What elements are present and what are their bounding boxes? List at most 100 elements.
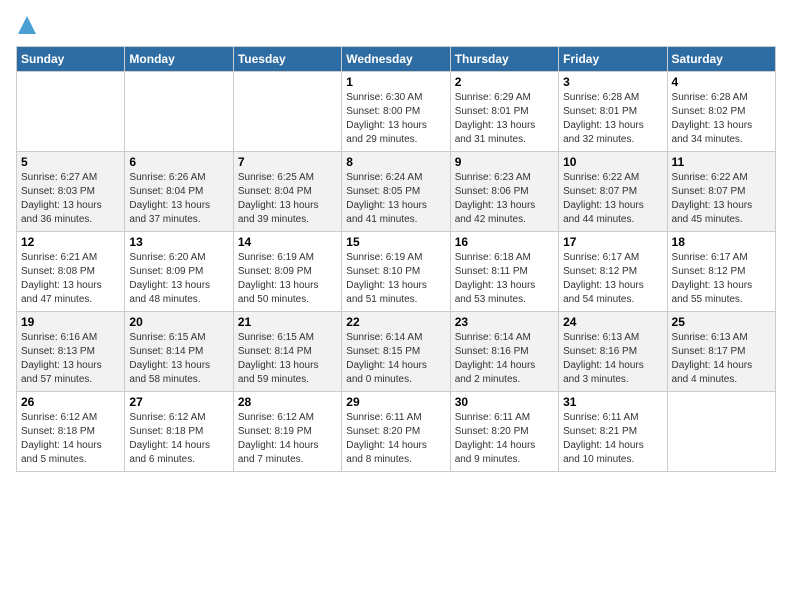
calendar-day-cell: 29 Sunrise: 6:11 AMSunset: 8:20 PMDayligh… [342,392,450,472]
calendar-day-cell: 16 Sunrise: 6:18 AMSunset: 8:11 PMDayligh… [450,232,558,312]
calendar-day-cell: 22Sunrise: 6:14 AMSunset: 8:15 PMDayligh… [342,312,450,392]
calendar-day-cell: 19Sunrise: 6:16 AMSunset: 8:13 PMDayligh… [17,312,125,392]
day-info: Sunrise: 6:16 AMSunset: 8:13 PMDaylight:… [21,331,120,387]
calendar-day-cell: 8 Sunrise: 6:24 AMSunset: 8:05 PMDaylight… [342,152,450,232]
day-number: 21 [238,315,337,329]
calendar-day-cell: 12 Sunrise: 6:21 AMSunset: 8:08 PMDayligh… [17,232,125,312]
calendar-day-cell: 24 Sunrise: 6:13 AMSunset: 8:16 PMDayligh… [559,312,667,392]
day-info: Sunrise: 6:23 AMSunset: 8:06 PMDaylight:… [455,171,554,227]
day-info: Sunrise: 6:13 AMSunset: 8:17 PMDaylight:… [672,331,771,387]
day-number: 5 [21,155,120,169]
day-info: Sunrise: 6:27 AMSunset: 8:03 PMDaylight:… [21,171,120,227]
day-number: 31 [563,395,662,409]
calendar-day-cell: 23 Sunrise: 6:14 AMSunset: 8:16 PMDayligh… [450,312,558,392]
day-number: 2 [455,75,554,89]
day-number: 9 [455,155,554,169]
day-number: 23 [455,315,554,329]
day-info: Sunrise: 6:14 AMSunset: 8:15 PMDaylight:… [346,331,445,387]
day-number: 29 [346,395,445,409]
day-info: Sunrise: 6:17 AMSunset: 8:12 PMDaylight:… [563,251,662,307]
calendar-week-row: 26 Sunrise: 6:12 AMSunset: 8:18 PMDayligh… [17,392,776,472]
day-number: 7 [238,155,337,169]
calendar-day-cell: 14 Sunrise: 6:19 AMSunset: 8:09 PMDayligh… [233,232,341,312]
day-header-wednesday: Wednesday [342,47,450,72]
calendar-day-cell: 20 Sunrise: 6:15 AMSunset: 8:14 PMDayligh… [125,312,233,392]
calendar-day-cell: 21 Sunrise: 6:15 AMSunset: 8:14 PMDayligh… [233,312,341,392]
day-info: Sunrise: 6:13 AMSunset: 8:16 PMDaylight:… [563,331,662,387]
day-info: Sunrise: 6:25 AMSunset: 8:04 PMDaylight:… [238,171,337,227]
empty-cell [233,72,341,152]
calendar-day-cell: 18Sunrise: 6:17 AMSunset: 8:12 PMDayligh… [667,232,775,312]
day-header-sunday: Sunday [17,47,125,72]
day-number: 11 [672,155,771,169]
day-number: 14 [238,235,337,249]
calendar-day-cell: 17 Sunrise: 6:17 AMSunset: 8:12 PMDayligh… [559,232,667,312]
empty-cell [17,72,125,152]
day-number: 25 [672,315,771,329]
calendar-day-cell: 2 Sunrise: 6:29 AMSunset: 8:01 PMDaylight… [450,72,558,152]
day-number: 13 [129,235,228,249]
day-number: 6 [129,155,228,169]
calendar-day-cell: 4Sunrise: 6:28 AMSunset: 8:02 PMDaylight… [667,72,775,152]
calendar-day-cell: 25 Sunrise: 6:13 AMSunset: 8:17 PMDayligh… [667,312,775,392]
day-info: Sunrise: 6:20 AMSunset: 8:09 PMDaylight:… [129,251,228,307]
day-info: Sunrise: 6:22 AMSunset: 8:07 PMDaylight:… [672,171,771,227]
day-info: Sunrise: 6:19 AMSunset: 8:10 PMDaylight:… [346,251,445,307]
calendar-day-cell: 13 Sunrise: 6:20 AMSunset: 8:09 PMDayligh… [125,232,233,312]
calendar-week-row: 12 Sunrise: 6:21 AMSunset: 8:08 PMDayligh… [17,232,776,312]
day-header-monday: Monday [125,47,233,72]
day-header-tuesday: Tuesday [233,47,341,72]
day-number: 27 [129,395,228,409]
calendar-week-row: 1Sunrise: 6:30 AMSunset: 8:00 PMDaylight… [17,72,776,152]
day-info: Sunrise: 6:11 AMSunset: 8:20 PMDaylight:… [346,411,445,467]
calendar-day-cell: 10Sunrise: 6:22 AMSunset: 8:07 PMDayligh… [559,152,667,232]
calendar-day-cell: 1Sunrise: 6:30 AMSunset: 8:00 PMDaylight… [342,72,450,152]
day-info: Sunrise: 6:29 AMSunset: 8:01 PMDaylight:… [455,91,554,147]
calendar-day-cell: 27 Sunrise: 6:12 AMSunset: 8:18 PMDayligh… [125,392,233,472]
calendar-day-cell: 6 Sunrise: 6:26 AMSunset: 8:04 PMDaylight… [125,152,233,232]
day-info: Sunrise: 6:26 AMSunset: 8:04 PMDaylight:… [129,171,228,227]
day-header-saturday: Saturday [667,47,775,72]
day-number: 12 [21,235,120,249]
day-info: Sunrise: 6:11 AMSunset: 8:21 PMDaylight:… [563,411,662,467]
day-info: Sunrise: 6:15 AMSunset: 8:14 PMDaylight:… [238,331,337,387]
day-number: 24 [563,315,662,329]
calendar-day-cell: 31 Sunrise: 6:11 AMSunset: 8:21 PMDayligh… [559,392,667,472]
calendar-day-cell: 3Sunrise: 6:28 AMSunset: 8:01 PMDaylight… [559,72,667,152]
day-number: 1 [346,75,445,89]
day-number: 30 [455,395,554,409]
day-info: Sunrise: 6:15 AMSunset: 8:14 PMDaylight:… [129,331,228,387]
calendar-table: SundayMondayTuesdayWednesdayThursdayFrid… [16,46,776,472]
day-info: Sunrise: 6:19 AMSunset: 8:09 PMDaylight:… [238,251,337,307]
day-number: 20 [129,315,228,329]
page-header [16,16,776,38]
day-header-thursday: Thursday [450,47,558,72]
day-number: 4 [672,75,771,89]
day-info: Sunrise: 6:12 AMSunset: 8:18 PMDaylight:… [129,411,228,467]
day-info: Sunrise: 6:18 AMSunset: 8:11 PMDaylight:… [455,251,554,307]
day-number: 28 [238,395,337,409]
day-info: Sunrise: 6:24 AMSunset: 8:05 PMDaylight:… [346,171,445,227]
logo-arrow-icon [18,16,36,34]
calendar-header-row: SundayMondayTuesdayWednesdayThursdayFrid… [17,47,776,72]
calendar-day-cell: 7 Sunrise: 6:25 AMSunset: 8:04 PMDaylight… [233,152,341,232]
calendar-week-row: 5 Sunrise: 6:27 AMSunset: 8:03 PMDaylight… [17,152,776,232]
day-number: 17 [563,235,662,249]
calendar-day-cell: 30Sunrise: 6:11 AMSunset: 8:20 PMDayligh… [450,392,558,472]
day-info: Sunrise: 6:28 AMSunset: 8:01 PMDaylight:… [563,91,662,147]
day-info: Sunrise: 6:17 AMSunset: 8:12 PMDaylight:… [672,251,771,307]
day-info: Sunrise: 6:12 AMSunset: 8:19 PMDaylight:… [238,411,337,467]
calendar-day-cell: 5 Sunrise: 6:27 AMSunset: 8:03 PMDaylight… [17,152,125,232]
calendar-day-cell: 28 Sunrise: 6:12 AMSunset: 8:19 PMDayligh… [233,392,341,472]
empty-cell [125,72,233,152]
logo [16,16,36,38]
day-info: Sunrise: 6:21 AMSunset: 8:08 PMDaylight:… [21,251,120,307]
day-number: 8 [346,155,445,169]
empty-cell [667,392,775,472]
calendar-day-cell: 26Sunrise: 6:12 AMSunset: 8:18 PMDayligh… [17,392,125,472]
day-header-friday: Friday [559,47,667,72]
day-number: 16 [455,235,554,249]
day-number: 26 [21,395,120,409]
day-info: Sunrise: 6:14 AMSunset: 8:16 PMDaylight:… [455,331,554,387]
calendar-week-row: 19Sunrise: 6:16 AMSunset: 8:13 PMDayligh… [17,312,776,392]
